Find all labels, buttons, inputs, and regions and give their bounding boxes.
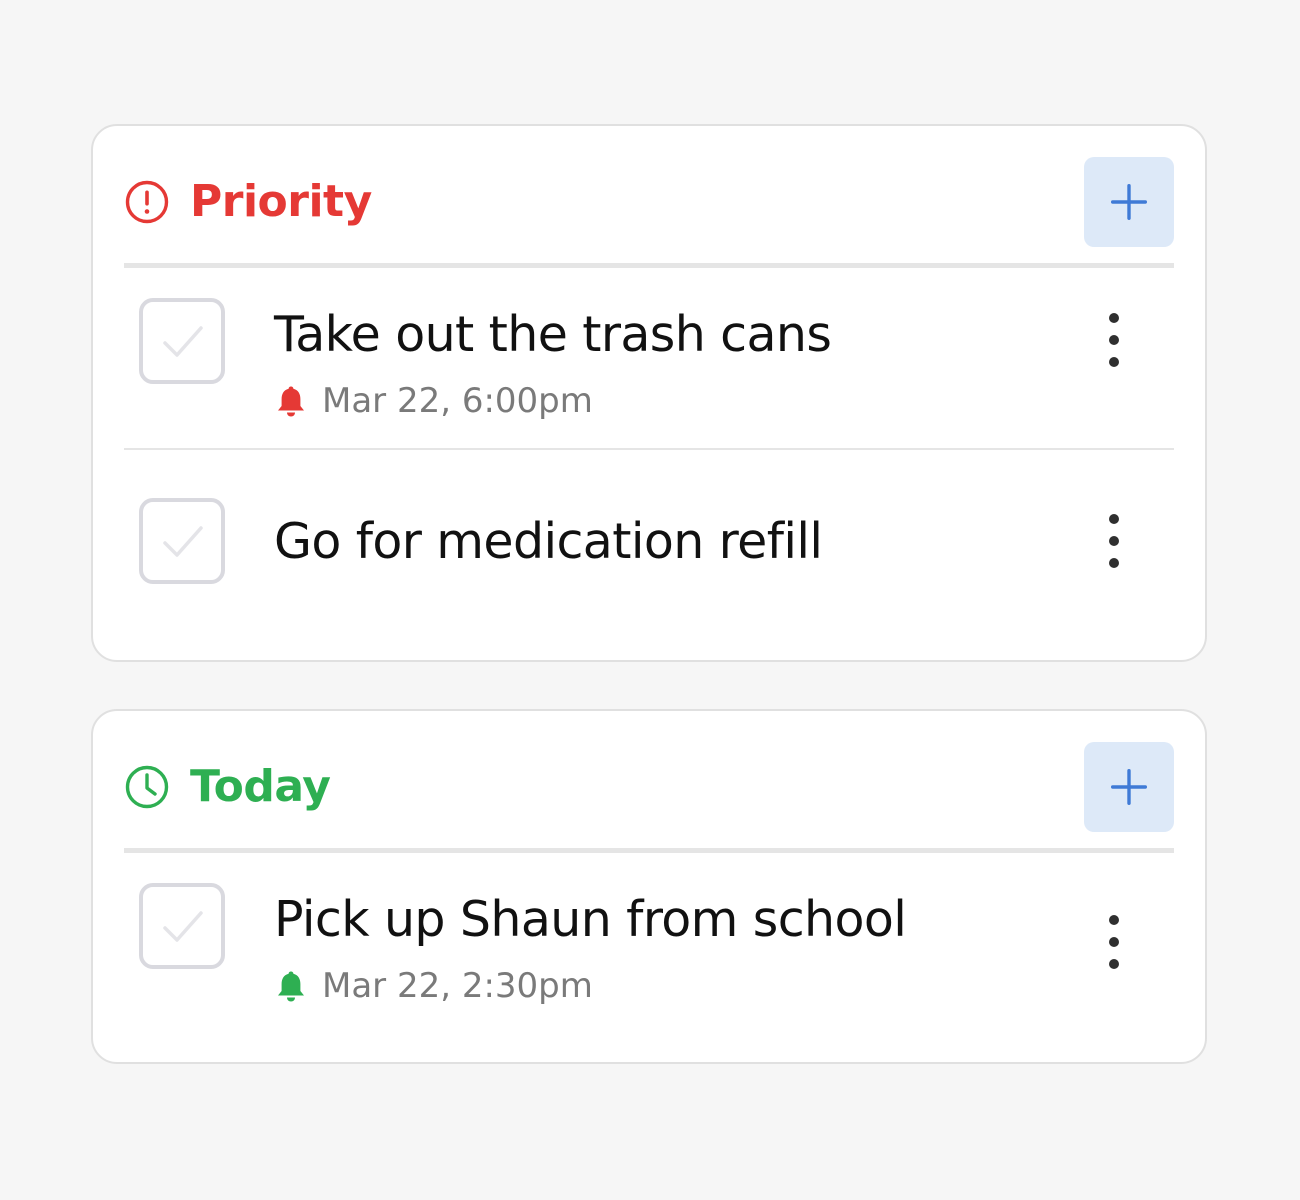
today-section-header: Today: [124, 742, 1174, 832]
more-vertical-icon: [1109, 915, 1119, 969]
priority-section-card: Priority Take out the trash cans Mar 22,…: [91, 124, 1207, 662]
more-vertical-icon: [1109, 313, 1119, 367]
bell-icon: [274, 969, 308, 1003]
task-more-button[interactable]: [1094, 908, 1134, 978]
plus-icon: [1111, 769, 1147, 805]
today-section-card: Today Pick up Shaun from school Mar 22, …: [91, 709, 1207, 1064]
reminder-time: Mar 22, 2:30pm: [322, 966, 593, 1006]
alert-circle-icon: [124, 179, 170, 225]
priority-section-header: Priority: [124, 157, 1174, 247]
bell-icon: [274, 384, 308, 418]
more-vertical-icon: [1109, 514, 1119, 568]
task-title: Pick up Shaun from school: [274, 891, 907, 948]
checkmark-icon: [163, 326, 203, 357]
task-checkbox[interactable]: [139, 498, 225, 584]
header-divider: [124, 263, 1174, 268]
task-row: Go for medication refill: [124, 498, 1174, 598]
task-checkbox[interactable]: [139, 883, 225, 969]
task-title: Go for medication refill: [274, 513, 823, 570]
add-today-task-button[interactable]: [1084, 742, 1174, 832]
reminder-time: Mar 22, 6:00pm: [322, 381, 593, 421]
row-divider: [124, 448, 1174, 450]
task-more-button[interactable]: [1094, 507, 1134, 577]
task-more-button[interactable]: [1094, 306, 1134, 376]
checkmark-icon: [163, 911, 203, 942]
clock-icon: [124, 764, 170, 810]
task-checkbox[interactable]: [139, 298, 225, 384]
task-row: Pick up Shaun from school Mar 22, 2:30pm: [124, 883, 1174, 1023]
section-title-priority: Priority: [190, 176, 372, 227]
header-divider: [124, 848, 1174, 853]
checkmark-icon: [163, 526, 203, 557]
section-title-today: Today: [190, 761, 331, 812]
task-title: Take out the trash cans: [274, 306, 832, 363]
task-row: Take out the trash cans Mar 22, 6:00pm: [124, 298, 1174, 438]
add-priority-task-button[interactable]: [1084, 157, 1174, 247]
plus-icon: [1111, 184, 1147, 220]
